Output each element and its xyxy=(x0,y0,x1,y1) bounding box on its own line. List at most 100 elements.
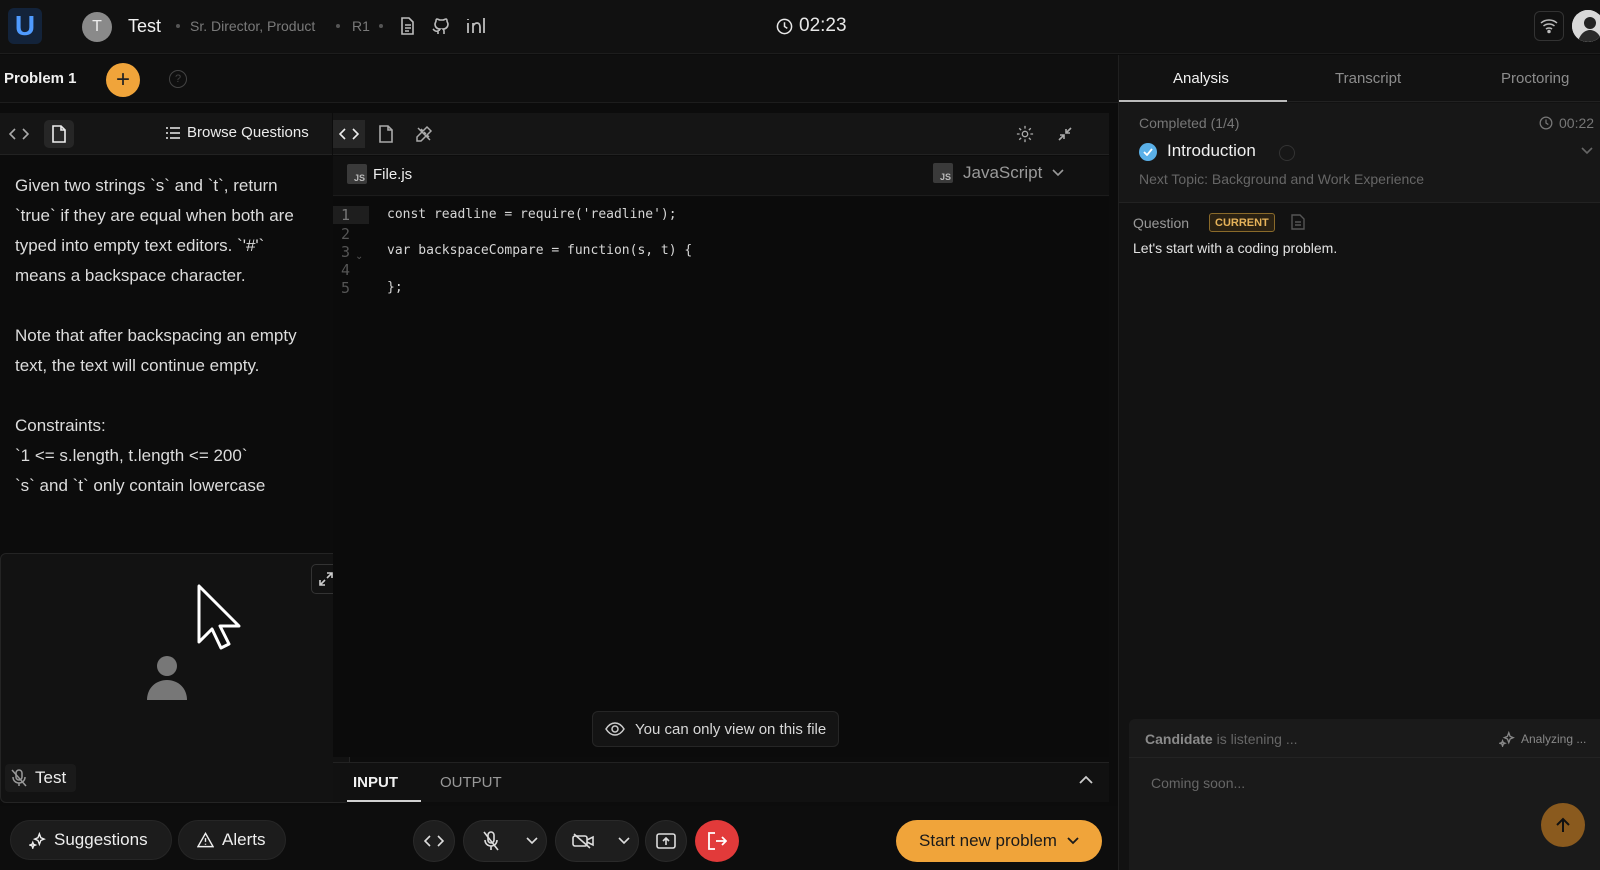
suggestions-button[interactable]: Suggestions xyxy=(10,820,172,860)
question-paragraph: Note that after backspacing an empty tex… xyxy=(15,326,297,375)
eye-icon xyxy=(605,722,625,736)
constraint-item: `s` and `t` only contain lowercase xyxy=(15,476,266,495)
alerts-button[interactable]: Alerts xyxy=(178,820,286,860)
file-tab[interactable]: JS File.js xyxy=(347,164,412,184)
mouse-cursor-icon xyxy=(197,584,241,650)
separator-dot xyxy=(336,24,340,28)
leave-call-button[interactable] xyxy=(695,820,739,862)
code-line: }; xyxy=(387,280,403,295)
fold-chevron-icon[interactable]: ⌄ xyxy=(355,251,363,262)
mic-options-button[interactable] xyxy=(518,821,546,861)
view-only-text: You can only view on this file xyxy=(635,720,827,738)
topic-time: 00:22 xyxy=(1539,115,1594,131)
start-new-problem-button[interactable]: Start new problem xyxy=(896,820,1102,862)
linkedin-icon[interactable] xyxy=(465,16,487,38)
code-line: const readline = require('readline'); xyxy=(387,207,677,222)
editor-settings-button[interactable] xyxy=(1010,120,1040,148)
top-bar: U T Test Sr. Director, Product R1 02:23 xyxy=(0,0,1600,54)
tab-problem-1[interactable]: Problem 1 xyxy=(0,55,100,103)
bottom-toolbar: Suggestions Alerts Start new problem xyxy=(0,806,1118,870)
resume-document-icon[interactable] xyxy=(397,16,419,38)
document-icon[interactable] xyxy=(1291,214,1305,230)
expand-icon xyxy=(318,571,334,587)
mic-muted-icon xyxy=(11,769,27,787)
constraint-item: `1 <= s.length, t.length <= 200` xyxy=(15,446,248,465)
start-new-problem-label: Start new problem xyxy=(919,831,1057,850)
line-number: 1 xyxy=(333,206,369,224)
interview-round: R1 xyxy=(352,18,370,34)
analyzing-label: Analyzing ... xyxy=(1521,732,1587,746)
check-circle-icon xyxy=(1139,143,1157,161)
wifi-icon xyxy=(1540,18,1558,34)
alerts-label: Alerts xyxy=(222,830,266,849)
info-icon[interactable] xyxy=(1279,145,1295,161)
chevron-down-icon xyxy=(526,837,538,845)
chevron-down-icon[interactable] xyxy=(1581,147,1593,155)
collapse-editor-button[interactable] xyxy=(1050,120,1080,148)
editor-code-tab[interactable] xyxy=(333,120,365,148)
mic-toggle-button[interactable] xyxy=(464,821,518,861)
active-tab-indicator xyxy=(1119,100,1287,102)
candidate-role: Sr. Director, Product xyxy=(190,18,316,34)
clock-icon xyxy=(1539,116,1553,130)
chevron-down-icon xyxy=(1052,169,1064,177)
question-label: Question xyxy=(1133,215,1190,231)
code-brackets-icon xyxy=(424,834,444,848)
candidate-avatar: T xyxy=(82,12,112,42)
question-toolbar: Browse Questions xyxy=(0,113,332,155)
connection-button[interactable] xyxy=(1534,11,1564,41)
toggle-editor-button[interactable] xyxy=(413,820,455,862)
problem-tab-row: Problem 1 + ? xyxy=(0,55,1118,103)
interviewer-avatar[interactable] xyxy=(1572,10,1600,42)
share-screen-button[interactable] xyxy=(645,820,687,862)
code-editor[interactable]: 1 2 3 ⌄ 4 5 const readline = require('re… xyxy=(333,197,1109,757)
document-view-button[interactable] xyxy=(44,120,74,148)
file-tab-bar: JS File.js JS JavaScript xyxy=(333,156,1109,196)
suggestions-label: Suggestions xyxy=(54,830,148,849)
listening-status: Candidate is listening ... xyxy=(1145,731,1298,747)
clock-icon xyxy=(776,18,793,35)
tab-output[interactable]: OUTPUT xyxy=(440,774,502,791)
sparkle-icon xyxy=(1499,731,1515,747)
arrow-up-icon xyxy=(1556,817,1570,833)
chat-input-placeholder[interactable]: Coming soon... xyxy=(1151,775,1245,791)
pencil-ruler-icon xyxy=(415,125,433,143)
analysis-panel: Analysis Transcript Proctoring Completed… xyxy=(1118,55,1600,870)
camera-toggle-button[interactable] xyxy=(556,821,610,861)
timer-value: 02:23 xyxy=(799,15,847,36)
code-line: var backspaceCompare = function(s, t) { xyxy=(387,243,693,258)
code-brackets-icon xyxy=(339,127,359,141)
separator-dot xyxy=(379,24,383,28)
help-icon[interactable]: ? xyxy=(169,70,187,88)
browse-questions-label: Browse Questions xyxy=(187,124,309,141)
line-number: 2 xyxy=(341,225,351,243)
camera-options-button[interactable] xyxy=(610,821,638,861)
right-tab-bar: Analysis Transcript Proctoring xyxy=(1119,55,1600,102)
line-number: 4 xyxy=(341,261,351,279)
topic-card[interactable]: Completed (1/4) 00:22 Introduction Next … xyxy=(1119,103,1600,203)
editor-draw-tab[interactable] xyxy=(409,120,439,148)
camera-control[interactable] xyxy=(555,820,639,862)
tab-transcript[interactable]: Transcript xyxy=(1335,70,1401,87)
listening-text: is listening ... xyxy=(1216,731,1298,747)
microphone-control[interactable] xyxy=(463,820,547,862)
participant-video-tile[interactable]: Test xyxy=(0,553,350,803)
listening-subject: Candidate xyxy=(1145,731,1213,747)
person-placeholder-icon xyxy=(147,654,187,700)
active-tab-indicator xyxy=(347,800,421,802)
candidate-name: Test xyxy=(128,16,162,36)
chevron-up-icon[interactable] xyxy=(1079,775,1093,784)
view-only-notice: You can only view on this file xyxy=(592,711,840,747)
browse-questions-button[interactable]: Browse Questions xyxy=(166,124,309,141)
add-problem-button[interactable]: + xyxy=(106,63,140,97)
language-select[interactable]: JS JavaScript xyxy=(933,163,1064,183)
tab-input[interactable]: INPUT xyxy=(353,774,398,791)
github-icon[interactable] xyxy=(431,16,453,38)
question-paragraph: Given two strings `s` and `t`, return `t… xyxy=(15,176,294,285)
editor-notes-tab[interactable] xyxy=(371,120,401,148)
tab-analysis[interactable]: Analysis xyxy=(1173,70,1229,87)
interview-timer: 02:23 xyxy=(776,15,847,37)
send-button[interactable] xyxy=(1541,803,1585,847)
tab-proctoring[interactable]: Proctoring xyxy=(1501,70,1569,87)
code-view-button[interactable] xyxy=(4,120,34,148)
